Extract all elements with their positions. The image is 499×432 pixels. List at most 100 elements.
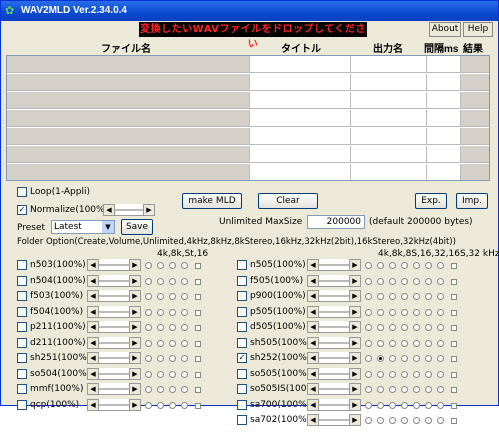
volume-right-icon[interactable]: ▶ [349, 367, 361, 380]
rate-radio[interactable] [425, 262, 432, 269]
rate-radio[interactable] [365, 324, 372, 331]
rate-radio[interactable] [365, 308, 372, 316]
rate-radio[interactable] [401, 324, 408, 331]
model-checkbox[interactable] [17, 353, 27, 363]
table-cell[interactable] [427, 128, 461, 145]
volume-slider[interactable] [99, 305, 129, 318]
rate-radio[interactable] [377, 339, 384, 347]
rate-radio[interactable] [157, 262, 164, 269]
rate-radio[interactable] [365, 262, 372, 269]
rate-radio[interactable] [181, 262, 188, 269]
table-cell[interactable] [250, 164, 351, 180]
volume-right-icon[interactable]: ▶ [349, 336, 361, 349]
rate-radio[interactable] [413, 293, 420, 300]
rate-radio[interactable] [169, 386, 176, 393]
table-cell[interactable] [250, 56, 351, 73]
volume-right-icon[interactable]: ▶ [129, 290, 141, 302]
rate-radio[interactable] [413, 324, 420, 331]
rate-radio[interactable] [437, 308, 444, 316]
volume-right-icon[interactable]: ▶ [129, 336, 141, 349]
volume-right-icon[interactable]: ▶ [349, 414, 361, 426]
rate-radio[interactable] [145, 370, 152, 378]
rate-radio[interactable] [437, 417, 444, 424]
table-cell[interactable] [7, 110, 250, 127]
rate-radio[interactable] [169, 401, 176, 409]
rate-radio[interactable] [389, 370, 396, 378]
rate-radio[interactable] [157, 370, 164, 378]
volume-right-icon[interactable]: ▶ [129, 321, 141, 333]
option-box[interactable] [195, 325, 201, 331]
volume-slider[interactable] [99, 367, 129, 380]
rate-radio[interactable] [157, 293, 164, 300]
volume-left-icon[interactable]: ◀ [307, 274, 319, 287]
option-box[interactable] [451, 309, 457, 316]
rate-radio[interactable] [181, 355, 188, 362]
table-cell[interactable] [7, 74, 250, 91]
volume-left-icon[interactable]: ◀ [307, 367, 319, 380]
volume-right-icon[interactable]: ▶ [349, 305, 361, 318]
model-checkbox[interactable] [17, 368, 27, 379]
option-box[interactable] [451, 325, 457, 331]
volume-left-icon[interactable]: ◀ [307, 321, 319, 333]
rate-radio[interactable] [169, 339, 176, 347]
rate-radio[interactable] [157, 308, 164, 316]
volume-left-icon[interactable]: ◀ [307, 290, 319, 302]
rate-radio[interactable] [145, 293, 152, 300]
volume-slider[interactable] [99, 259, 129, 271]
rate-radio[interactable] [401, 355, 408, 362]
model-checkbox[interactable] [237, 368, 247, 379]
rate-radio[interactable] [401, 386, 408, 393]
volume-slider[interactable] [99, 290, 129, 302]
table-cell[interactable] [250, 146, 351, 163]
rate-radio[interactable] [377, 277, 384, 285]
volume-left-icon[interactable]: ◀ [307, 305, 319, 318]
rate-radio[interactable] [169, 277, 176, 285]
volume-right-icon[interactable]: ▶ [349, 259, 361, 271]
rate-radio[interactable] [365, 293, 372, 300]
rate-radio[interactable] [157, 401, 164, 409]
volume-slider[interactable] [319, 321, 349, 333]
rate-radio[interactable] [401, 401, 408, 409]
about-button[interactable]: About [429, 22, 461, 37]
rate-radio[interactable] [401, 277, 408, 285]
rate-radio[interactable] [157, 355, 164, 362]
volume-right-icon[interactable]: ▶ [129, 383, 141, 395]
volume-slider[interactable] [319, 305, 349, 318]
rate-radio[interactable] [425, 355, 432, 362]
table-cell[interactable] [427, 164, 461, 180]
table-cell[interactable] [351, 74, 427, 91]
rate-radio[interactable] [365, 370, 372, 378]
save-button[interactable]: Save [121, 219, 153, 235]
rate-radio[interactable] [145, 386, 152, 393]
volume-left-icon[interactable]: ◀ [307, 383, 319, 395]
volume-left-icon[interactable]: ◀ [307, 414, 319, 426]
table-cell[interactable] [351, 128, 427, 145]
rate-radio[interactable] [413, 262, 420, 269]
rate-radio[interactable] [145, 324, 152, 331]
option-box[interactable] [195, 356, 201, 362]
rate-radio[interactable] [437, 386, 444, 393]
rate-radio[interactable] [425, 308, 432, 316]
loop-checkbox[interactable] [17, 187, 27, 197]
rate-radio[interactable] [389, 308, 396, 316]
volume-left-icon[interactable]: ◀ [307, 336, 319, 349]
table-row[interactable] [7, 146, 489, 163]
volume-slider[interactable] [319, 274, 349, 287]
table-row[interactable] [7, 56, 489, 73]
rate-radio[interactable] [413, 386, 420, 393]
table-cell[interactable] [250, 128, 351, 145]
rate-radio[interactable] [437, 355, 444, 362]
model-checkbox[interactable] [237, 291, 247, 301]
rate-radio[interactable] [377, 355, 384, 362]
table-cell[interactable] [250, 110, 351, 127]
model-checkbox[interactable] [237, 260, 247, 270]
rate-radio[interactable] [145, 262, 152, 269]
rate-radio[interactable] [401, 417, 408, 424]
rate-radio[interactable] [157, 386, 164, 393]
table-cell[interactable] [461, 128, 489, 145]
option-box[interactable] [195, 309, 201, 316]
table-cell[interactable] [427, 74, 461, 91]
volume-right-icon[interactable]: ▶ [349, 398, 361, 411]
rate-radio[interactable] [145, 339, 152, 347]
volume-slider[interactable] [319, 290, 349, 302]
